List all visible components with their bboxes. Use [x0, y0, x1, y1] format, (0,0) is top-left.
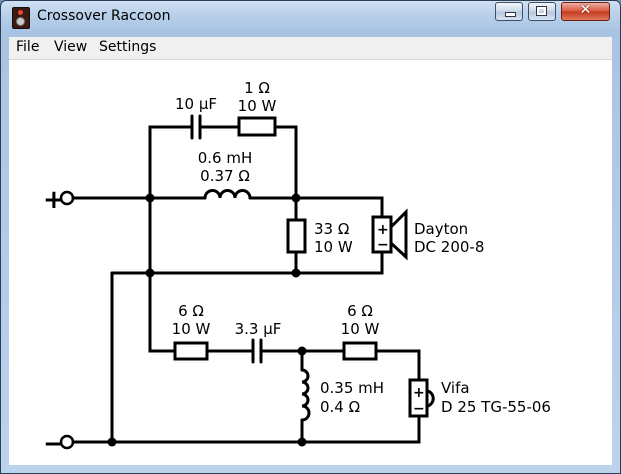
- wire: [148, 125, 194, 200]
- menu-settings[interactable]: Settings: [99, 39, 156, 55]
- r3-power-label: 10 W: [172, 320, 211, 338]
- junction-dot: [145, 268, 155, 278]
- minus-terminal-label: −: [43, 429, 65, 459]
- tweeter-minus-sign: −: [413, 401, 425, 417]
- woofer-minus-sign: −: [377, 237, 389, 253]
- junction-dot: [297, 437, 307, 447]
- woofer-brand-label: Dayton: [414, 220, 468, 238]
- title-bar[interactable]: Crossover Raccoon ✕: [1, 1, 620, 33]
- crossover-schematic: + − 10 µF 1 Ω 10 W 0.6 mH 0.37 Ω 33 Ω 10…: [43, 79, 551, 459]
- junction-dot: [291, 268, 301, 278]
- r4-resistance-label: 6 Ω: [347, 302, 373, 320]
- resistor-r3: [173, 341, 209, 361]
- schematic-canvas[interactable]: + − 10 µF 1 Ω 10 W 0.6 mH 0.37 Ω 33 Ω 10…: [9, 60, 612, 465]
- maximize-button[interactable]: [528, 2, 556, 21]
- close-button[interactable]: ✕: [561, 2, 610, 21]
- r4-power-label: 10 W: [341, 320, 380, 338]
- woofer-model-label: DC 200-8: [414, 238, 484, 256]
- maximize-icon: [536, 6, 547, 16]
- capacitor-c2: [251, 338, 263, 364]
- tweeter-speaker-dome: [426, 389, 435, 408]
- c1-value-label: 10 µF: [175, 95, 217, 113]
- woofer-speaker-cone: [390, 208, 408, 261]
- resistor-r4: [342, 341, 378, 361]
- plus-terminal-label: +: [43, 185, 65, 215]
- c2-value-label: 3.3 µF: [235, 320, 282, 338]
- app-window: Crossover Raccoon ✕ File View Settings +…: [0, 0, 621, 474]
- menu-view[interactable]: View: [54, 39, 87, 55]
- junction-dot: [291, 193, 301, 203]
- r3-resistance-label: 6 Ω: [178, 302, 204, 320]
- menu-bar: File View Settings: [9, 37, 612, 60]
- tweeter-plus-sign: +: [413, 385, 425, 401]
- inductor-l1: [203, 189, 252, 200]
- menu-file[interactable]: File: [16, 39, 39, 55]
- wire: [71, 414, 421, 444]
- l1-inductance-label: 0.6 mH: [198, 149, 253, 167]
- wire: [273, 125, 298, 200]
- wire: [248, 196, 384, 219]
- l1-resistance-label: 0.37 Ω: [200, 167, 250, 185]
- minimize-button[interactable]: [495, 2, 523, 21]
- window-title: Crossover Raccoon: [37, 8, 171, 24]
- inductor-l2: [300, 368, 311, 422]
- l2-inductance-label: 0.35 mH: [320, 379, 384, 397]
- r2-resistance-label: 33 Ω: [314, 220, 349, 238]
- speaker-app-icon[interactable]: [12, 7, 30, 29]
- junction-dot: [297, 346, 307, 356]
- tweeter-model-label: D 25 TG-55-06: [441, 398, 551, 416]
- l2-resistance-label: 0.4 Ω: [320, 398, 360, 416]
- woofer-plus-sign: +: [377, 222, 389, 238]
- junction-dot: [145, 193, 155, 203]
- r2-power-label: 10 W: [314, 238, 353, 256]
- capacitor-c1: [190, 114, 202, 140]
- minimize-icon: [505, 12, 516, 17]
- r1-resistance-label: 1 Ω: [244, 79, 270, 97]
- tweeter-brand-label: Vifa: [441, 379, 470, 397]
- resistor-r2: [286, 218, 307, 254]
- wire: [374, 349, 421, 382]
- r1-power-label: 10 W: [238, 97, 277, 115]
- close-icon: ✕: [579, 2, 592, 18]
- junction-dot: [107, 437, 117, 447]
- resistor-r1: [237, 116, 277, 137]
